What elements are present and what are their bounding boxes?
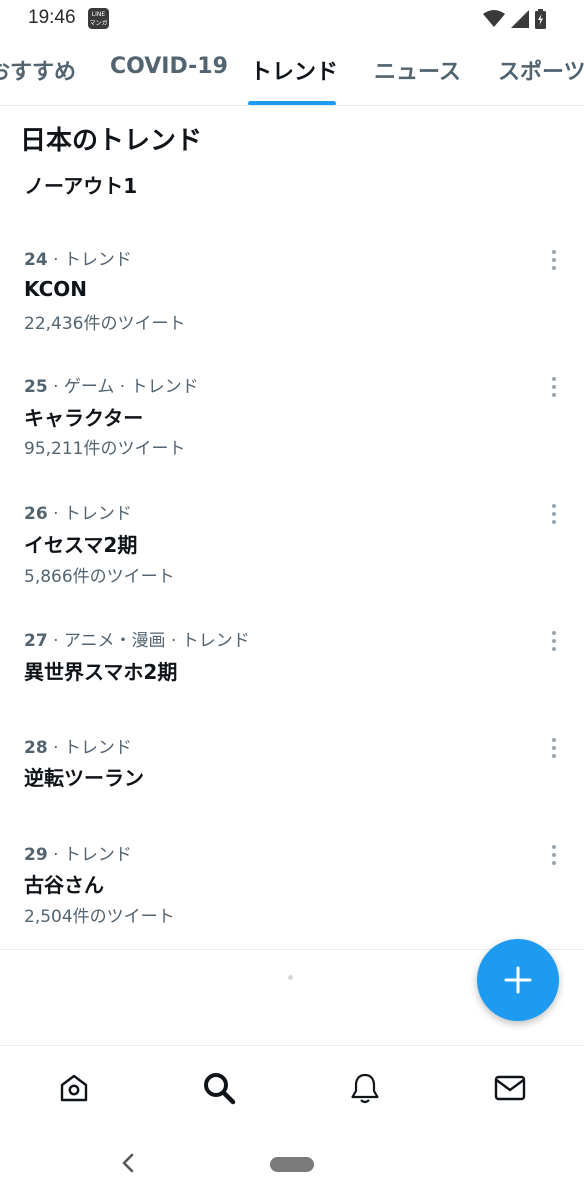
nav-home[interactable] (56, 1070, 92, 1106)
trend-item[interactable]: 26 · トレンド イセスマ2期 5,866件のツイート (0, 499, 584, 599)
loading-dot (288, 975, 293, 980)
tab-covid-19[interactable]: COVID-19 (110, 54, 228, 79)
nav-search[interactable] (201, 1070, 237, 1106)
tab-recommended[interactable]: おすすめ (0, 54, 76, 86)
trend-rank: 29 (24, 845, 48, 865)
status-bar: 19:46 LINE マンガ (0, 0, 584, 40)
trend-meta: 28 · トレンド (24, 733, 132, 758)
trend-name: 異世界スマホ2期 (24, 660, 178, 684)
plus-icon (504, 966, 532, 994)
trend-tweet-count: 95,211件のツイート (24, 439, 186, 459)
bell-icon (351, 1073, 379, 1104)
trend-rank: 26 (24, 504, 48, 524)
trend-meta: 24 · トレンド (24, 245, 132, 270)
trend-category: · アニメ・漫画 · トレンド (53, 631, 250, 651)
system-navigation-bar (0, 1130, 584, 1200)
trend-tweet-count: 2,504件のツイート (24, 907, 175, 927)
trend-name: イセスマ2期 (24, 533, 138, 557)
trend-name: 古谷さん (24, 873, 104, 897)
home-icon (60, 1074, 88, 1102)
tab-trends[interactable]: トレンド (250, 54, 338, 86)
more-options-icon[interactable] (544, 843, 564, 867)
active-tab-indicator (248, 101, 336, 105)
trend-item[interactable]: 29 · トレンド 古谷さん 2,504件のツイート (0, 840, 584, 940)
trend-tweet-count: 5,866件のツイート (24, 567, 175, 587)
trend-tweet-count: 22,436件のツイート (24, 314, 186, 334)
wifi-icon (483, 10, 505, 27)
trend-name: KCON (24, 277, 88, 301)
tab-news[interactable]: ニュース (374, 54, 461, 86)
bottom-navigation (0, 1045, 584, 1130)
trend-item[interactable]: 27 · アニメ・漫画 · トレンド 異世界スマホ2期 (0, 626, 584, 706)
more-options-icon[interactable] (544, 248, 564, 272)
trend-item-name[interactable]: ノーアウト1 (24, 170, 137, 199)
trend-meta: 26 · トレンド (24, 499, 132, 524)
battery-charging-icon (535, 9, 546, 29)
nav-notifications[interactable] (347, 1070, 383, 1106)
nav-messages[interactable] (492, 1070, 528, 1106)
trend-rank: 24 (24, 250, 48, 270)
cell-signal-icon (511, 10, 529, 28)
explore-tabs: おすすめ COVID-19 トレンド ニュース スポーツ (0, 40, 584, 106)
compose-tweet-button[interactable] (477, 939, 559, 1021)
trend-item[interactable]: 24 · トレンド KCON 22,436件のツイート (0, 245, 584, 345)
trend-category: · トレンド (53, 738, 132, 758)
status-time: 19:46 (28, 7, 76, 28)
trend-rank: 28 (24, 738, 48, 758)
line-manga-notification-icon: LINE マンガ (88, 8, 109, 29)
home-gesture-pill[interactable] (270, 1157, 314, 1172)
more-options-icon[interactable] (544, 629, 564, 653)
tab-sports[interactable]: スポーツ (498, 54, 584, 86)
search-icon (204, 1073, 236, 1105)
more-options-icon[interactable] (544, 375, 564, 399)
back-icon[interactable] (118, 1152, 140, 1174)
trend-name: 逆転ツーラン (24, 766, 144, 790)
trend-category: · ゲーム · トレンド (53, 377, 199, 397)
trend-category: · トレンド (53, 845, 132, 865)
section-title: 日本のトレンド (20, 126, 203, 156)
more-options-icon[interactable] (544, 736, 564, 760)
trend-name: キャラクター (24, 406, 144, 430)
status-icons (483, 8, 546, 30)
more-options-icon[interactable] (544, 502, 564, 526)
trend-rank: 27 (24, 631, 48, 651)
trend-rank: 25 (24, 377, 48, 397)
trend-item[interactable]: 25 · ゲーム · トレンド キャラクター 95,211件のツイート (0, 372, 584, 472)
trend-category: · トレンド (53, 504, 132, 524)
trend-item[interactable]: 28 · トレンド 逆転ツーラン (0, 733, 584, 813)
trend-meta: 25 · ゲーム · トレンド (24, 372, 199, 397)
trend-meta: 27 · アニメ・漫画 · トレンド (24, 626, 250, 651)
trend-category: · トレンド (53, 250, 132, 270)
mail-icon (494, 1075, 526, 1101)
trend-meta: 29 · トレンド (24, 840, 132, 865)
